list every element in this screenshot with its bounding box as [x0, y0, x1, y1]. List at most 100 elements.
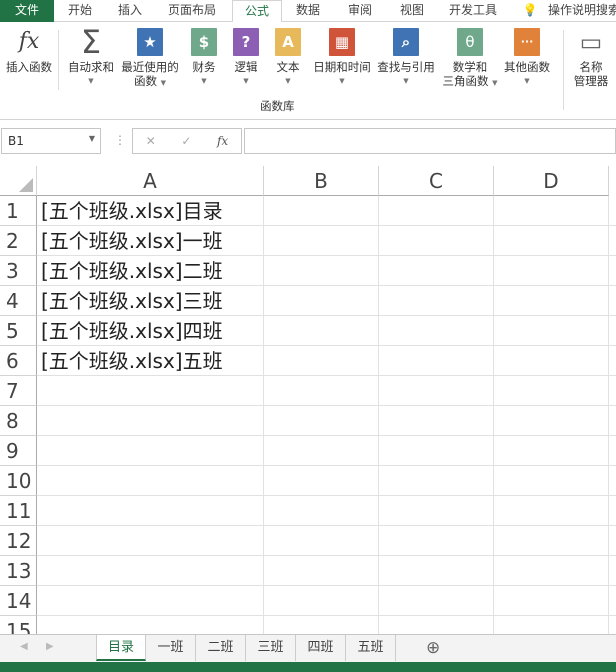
drag-handle-icon[interactable]: ⋮: [114, 133, 126, 147]
autosum-button[interactable]: Σ 自动求和 ▼: [64, 26, 118, 88]
group-label-function-library: 函数库: [260, 99, 295, 113]
lightbulb-icon: 💡: [522, 3, 538, 17]
ribbon-formulas: fx 插入函数 Σ 自动求和 ▼ ★ 最近使用的 函数 ▼ $ 财务 ▼ ? 逻…: [0, 22, 616, 120]
table-row: [五个班级.xlsx]五班: [37, 346, 616, 376]
button-label: 文本: [276, 60, 300, 74]
formula-buttons: ✕ ✓ fx: [132, 128, 242, 154]
name-box-value: B1: [8, 134, 24, 148]
cell-a2[interactable]: [五个班级.xlsx]一班: [41, 226, 223, 256]
tab-page-layout[interactable]: 页面布局: [160, 0, 224, 22]
tab-data[interactable]: 数据: [288, 0, 328, 22]
column-header-b[interactable]: B: [264, 166, 379, 196]
table-row: [37, 436, 616, 466]
tab-home[interactable]: 开始: [60, 0, 100, 22]
button-label: 财务: [192, 60, 216, 74]
column-header-c[interactable]: C: [379, 166, 494, 196]
row-header[interactable]: 10: [0, 466, 37, 496]
row-header[interactable]: 4: [0, 286, 37, 316]
tab-review[interactable]: 审阅: [340, 0, 380, 22]
table-row: [五个班级.xlsx]一班: [37, 226, 616, 256]
lookup-reference-button[interactable]: ⌕ 查找与引用 ▼: [374, 28, 438, 88]
button-label: 日期和时间: [313, 60, 371, 74]
sheet-tab-class-2[interactable]: 二班: [196, 635, 246, 661]
row-header[interactable]: 5: [0, 316, 37, 346]
row-header[interactable]: 2: [0, 226, 37, 256]
button-label: 数学和: [452, 60, 488, 74]
more-functions-button[interactable]: ··· 其他函数 ▼: [500, 28, 554, 88]
insert-function-button[interactable]: fx 插入函数: [2, 28, 56, 75]
financial-button[interactable]: $ 财务 ▼: [184, 28, 224, 88]
sheet-tab-class-3[interactable]: 三班: [246, 635, 296, 661]
button-label: 插入函数: [6, 60, 52, 74]
button-label: 逻辑: [234, 60, 258, 74]
row-header[interactable]: 3: [0, 256, 37, 286]
text-button[interactable]: A 文本 ▼: [268, 28, 308, 88]
cell-a1[interactable]: [五个班级.xlsx]目录: [41, 196, 223, 226]
row-header[interactable]: 11: [0, 496, 37, 526]
column-header-d[interactable]: D: [494, 166, 609, 196]
table-row: [37, 376, 616, 406]
row-header[interactable]: 7: [0, 376, 37, 406]
formula-input[interactable]: [244, 128, 616, 154]
cell-a5[interactable]: [五个班级.xlsx]四班: [41, 316, 223, 346]
date-time-button[interactable]: ▦ 日期和时间 ▼: [310, 28, 374, 88]
cell-a6[interactable]: [五个班级.xlsx]五班: [41, 346, 223, 376]
table-row: [37, 466, 616, 496]
row-header[interactable]: 1: [0, 196, 37, 226]
button-label: 查找与引用: [377, 60, 435, 74]
divider: [58, 30, 59, 90]
row-header[interactable]: 15: [0, 616, 37, 634]
tab-formulas[interactable]: 公式: [232, 0, 282, 23]
button-label: 自动求和: [68, 60, 114, 74]
logical-button[interactable]: ? 逻辑 ▼: [226, 28, 266, 88]
button-label: 最近使用的: [121, 60, 179, 74]
button-label: 函数: [133, 74, 157, 88]
scroll-left-icon[interactable]: ◀: [20, 641, 28, 652]
tab-insert[interactable]: 插入: [110, 0, 150, 22]
tab-view[interactable]: 视图: [392, 0, 432, 22]
math-trig-button[interactable]: θ 数学和 三角函数 ▼: [438, 28, 502, 90]
cell-a4[interactable]: [五个班级.xlsx]三班: [41, 286, 223, 316]
table-row: [37, 556, 616, 586]
tab-file[interactable]: 文件: [0, 0, 54, 22]
confirm-icon[interactable]: ✓: [181, 134, 191, 148]
recently-used-button[interactable]: ★ 最近使用的 函数 ▼: [118, 28, 182, 90]
cell-a3[interactable]: [五个班级.xlsx]二班: [41, 256, 223, 286]
sheet-tab-class-1[interactable]: 一班: [146, 635, 196, 661]
table-row: [37, 616, 616, 634]
name-box[interactable]: B1 ▼: [1, 128, 101, 154]
chevron-down-icon[interactable]: ▼: [89, 134, 95, 143]
column-header-a[interactable]: A: [37, 166, 264, 196]
finance-icon: $: [191, 28, 217, 56]
row-header[interactable]: 12: [0, 526, 37, 556]
add-sheet-icon[interactable]: ⊕: [426, 638, 440, 658]
row-header[interactable]: 14: [0, 586, 37, 616]
cancel-icon[interactable]: ✕: [146, 134, 156, 148]
sheet-tab-bar: ◀ ▶ 目录 一班 二班 三班 四班 五班 ⊕: [0, 634, 616, 662]
sheet-tab-mulu[interactable]: 目录: [96, 635, 146, 661]
divider: [563, 30, 564, 110]
button-label: 名称: [579, 60, 603, 74]
status-bar: [0, 662, 616, 672]
table-row: [五个班级.xlsx]二班: [37, 256, 616, 286]
tell-me-search[interactable]: 操作说明搜索: [548, 0, 616, 22]
fx-icon: fx: [18, 29, 40, 54]
name-manager-button[interactable]: ▭ 名称 管理器: [568, 28, 614, 88]
sheet-tab-class-4[interactable]: 四班: [296, 635, 346, 661]
math-icon: θ: [457, 28, 483, 56]
button-label: 管理器: [573, 74, 609, 88]
logic-icon: ?: [233, 28, 259, 56]
button-label: 三角函数: [442, 74, 489, 88]
sheet-tab-class-5[interactable]: 五班: [346, 635, 396, 661]
scroll-right-icon[interactable]: ▶: [46, 641, 54, 652]
ribbon-tabs: 文件 开始 插入 页面布局 公式 数据 审阅 视图 开发工具 💡 操作说明搜索: [0, 0, 616, 23]
tab-developer[interactable]: 开发工具: [442, 0, 504, 22]
table-row: [37, 526, 616, 556]
fx-icon[interactable]: fx: [217, 134, 228, 148]
row-header[interactable]: 8: [0, 406, 37, 436]
row-header[interactable]: 9: [0, 436, 37, 466]
select-all-corner[interactable]: [0, 166, 37, 196]
text-icon: A: [275, 28, 301, 56]
row-header[interactable]: 6: [0, 346, 37, 376]
row-header[interactable]: 13: [0, 556, 37, 586]
